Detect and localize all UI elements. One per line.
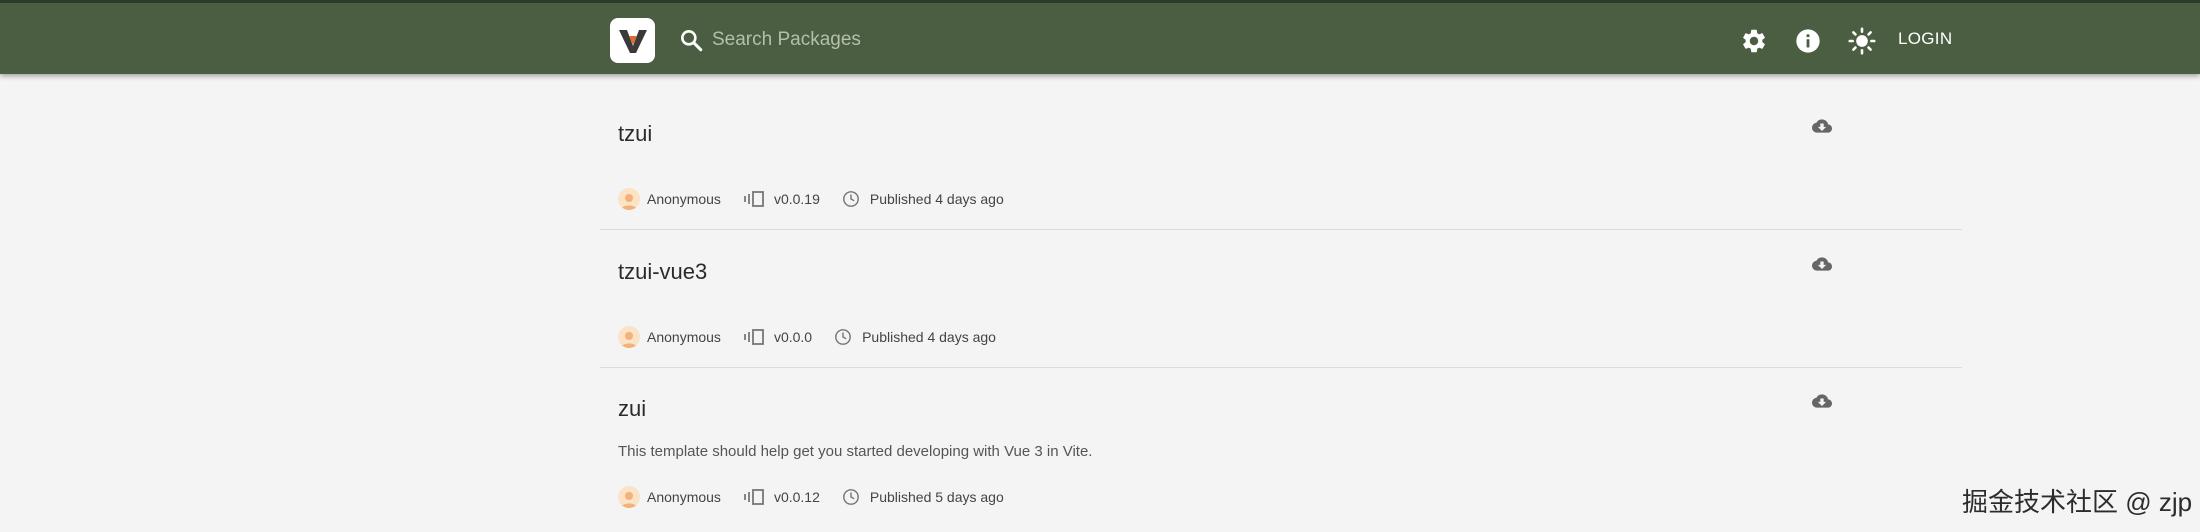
page: LOGIN tzui Anonymous v0.0.19 <box>0 0 2200 532</box>
theme-toggle-icon[interactable] <box>1848 27 1876 55</box>
avatar <box>618 486 640 508</box>
package-author: Anonymous <box>647 329 721 345</box>
package-published: Published 4 days ago <box>862 329 996 345</box>
package-author: Anonymous <box>647 191 721 207</box>
package-name[interactable]: zui <box>618 396 646 422</box>
version-icon <box>744 489 764 505</box>
package-name[interactable]: tzui-vue3 <box>618 259 707 285</box>
download-icon[interactable] <box>1812 116 1832 136</box>
download-icon[interactable] <box>1812 254 1832 274</box>
package-name[interactable]: tzui <box>618 121 652 147</box>
settings-icon[interactable] <box>1740 27 1768 55</box>
package-author: Anonymous <box>647 489 721 505</box>
user-avatar-icon <box>621 194 637 210</box>
package-item[interactable]: zui This template should help get you st… <box>600 368 1962 532</box>
info-icon[interactable] <box>1794 27 1822 55</box>
user-avatar-icon <box>621 492 637 508</box>
login-button[interactable]: LOGIN <box>1898 29 1952 49</box>
clock-icon <box>835 329 851 345</box>
package-version: v0.0.0 <box>773 329 813 345</box>
package-meta: Anonymous v0.0.12 Published 5 days ago <box>618 486 1004 508</box>
search-input[interactable] <box>712 25 1212 55</box>
package-item[interactable]: tzui-vue3 Anonymous v0.0.0 Published 4 d… <box>600 230 1962 368</box>
package-published: Published 4 days ago <box>869 191 1004 207</box>
package-published: Published 5 days ago <box>869 489 1004 505</box>
avatar <box>618 326 640 348</box>
version-icon <box>744 329 764 345</box>
clock-icon <box>842 489 859 505</box>
package-item[interactable]: tzui Anonymous v0.0.19 Published 4 days … <box>600 74 1962 230</box>
logo[interactable] <box>610 18 655 63</box>
watermark: 掘金技术社区 @ zjp <box>1962 487 2193 517</box>
package-version: v0.0.19 <box>773 191 820 207</box>
package-meta: Anonymous v0.0.0 Published 4 days ago <box>618 326 996 348</box>
download-icon[interactable] <box>1812 391 1832 411</box>
package-version: v0.0.12 <box>773 489 820 505</box>
clock-icon <box>842 191 859 207</box>
version-icon <box>744 191 764 207</box>
app-header: LOGIN <box>0 0 2200 74</box>
package-meta: Anonymous v0.0.19 Published 4 days ago <box>618 188 1004 210</box>
search-icon <box>681 30 703 52</box>
verdaccio-logo-icon <box>618 29 647 53</box>
avatar <box>618 188 640 210</box>
user-avatar-icon <box>621 332 637 348</box>
package-description: This template should help get you starte… <box>618 443 1093 460</box>
